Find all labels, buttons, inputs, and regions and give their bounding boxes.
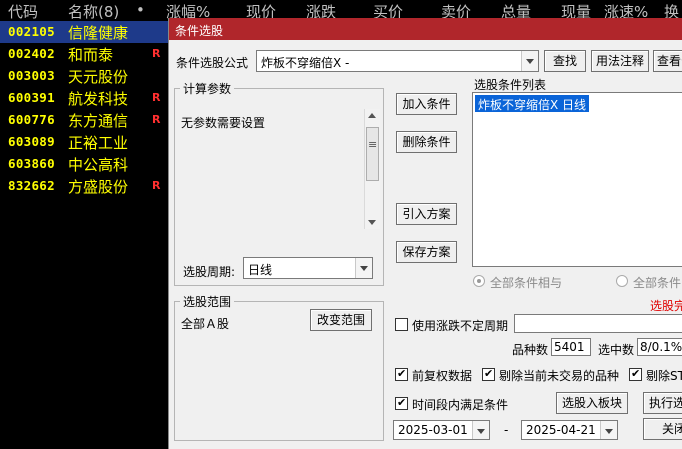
list-item[interactable]: 炸板不穿缩倍X 日线 (475, 95, 590, 112)
table-row[interactable]: 002402 和而泰 R (0, 43, 170, 65)
count-label: 品种数 (512, 343, 549, 357)
exclude-untraded-checkbox[interactable] (482, 367, 495, 381)
table-row[interactable]: 603089 正裕工业 (0, 131, 170, 153)
params-group: 计算参数 无参数需要设置 选股周期: 日线 (174, 80, 384, 286)
margin-flag: R (152, 47, 161, 60)
stock-name: 天元股份 (68, 68, 129, 86)
status-text: 选股完 (650, 299, 682, 313)
selected-field: 8/0.1% (637, 338, 682, 356)
save-scheme-button[interactable]: 保存方案 (396, 241, 457, 263)
chevron-down-icon[interactable] (600, 421, 617, 439)
range-group-label: 选股范围 (180, 293, 235, 310)
col-header-code[interactable]: 代码 (8, 1, 38, 22)
exclude-st-checkbox[interactable] (629, 367, 642, 381)
period-input[interactable] (514, 314, 682, 333)
forward-adjust-checkbox[interactable] (395, 367, 408, 381)
date-separator: - (504, 423, 509, 437)
exclude-untraded-label: 剔除当前未交易的品种 (499, 369, 620, 383)
forward-adjust-label: 前复权数据 (412, 369, 473, 383)
stock-code: 002105 (8, 24, 55, 39)
period-select[interactable]: 日线 (243, 257, 373, 279)
stock-name: 航发科技 (68, 90, 129, 108)
margin-flag: R (152, 91, 161, 104)
formula-select[interactable]: 炸板不穿缩倍X - (256, 50, 539, 72)
table-row[interactable]: 002105 信隆健康 (0, 21, 170, 43)
delete-condition-button[interactable]: 删除条件 (396, 131, 457, 153)
add-to-sector-button[interactable]: 选股入板块 (556, 392, 628, 414)
col-header-dot: • (136, 1, 145, 19)
date-to-value: 2025-04-21 (526, 423, 596, 437)
chevron-down-icon[interactable] (472, 421, 489, 439)
formula-label: 条件选股公式 (176, 56, 249, 70)
stock-name: 和而泰 (68, 46, 114, 64)
dialog-title: 条件选股 (175, 24, 224, 38)
stock-code: 600391 (8, 90, 55, 105)
table-row[interactable]: 003003 天元股份 (0, 65, 170, 87)
radio-all-or[interactable] (616, 275, 628, 287)
usage-notes-button[interactable]: 用法注释 (591, 50, 649, 72)
change-range-button[interactable]: 改变范围 (310, 309, 372, 331)
period-label: 选股周期: (183, 265, 236, 279)
range-text: 全部Ａ股 (181, 317, 230, 331)
stock-code: 603860 (8, 156, 55, 171)
params-scrollbar[interactable] (364, 109, 380, 229)
date-to-picker[interactable]: 2025-04-21 (521, 420, 618, 440)
radio-all-or-label: 全部条件 (633, 276, 682, 290)
find-button[interactable]: 查找 (544, 50, 586, 72)
radio-all-and-label: 全部条件相与 (490, 276, 563, 290)
period-match-label: 时间段内满足条件 (412, 398, 509, 412)
stock-code: 832662 (8, 178, 55, 193)
col-header-name[interactable]: 名称(8) (68, 1, 119, 22)
params-text: 无参数需要设置 (181, 116, 266, 130)
stock-code: 600776 (8, 112, 55, 127)
scroll-thumb[interactable] (366, 127, 379, 181)
formula-value: 炸板不穿缩倍X - (261, 56, 350, 70)
chevron-down-icon[interactable] (521, 51, 538, 71)
table-row[interactable]: 832662 方盛股份 R (0, 175, 170, 197)
table-row[interactable]: 600391 航发科技 R (0, 87, 170, 109)
execute-button[interactable]: 执行选 (643, 392, 682, 414)
table-row[interactable]: 603860 中公高科 (0, 153, 170, 175)
use-period-checkbox[interactable] (395, 318, 408, 331)
stock-name: 方盛股份 (68, 178, 129, 196)
date-from-value: 2025-03-01 (398, 423, 468, 437)
stock-code: 002402 (8, 46, 55, 61)
stock-name: 东方通信 (68, 112, 129, 130)
conditions-list[interactable]: 炸板不穿缩倍X 日线 (472, 92, 682, 267)
view-formula-button[interactable]: 查看公 (653, 50, 682, 72)
import-scheme-button[interactable]: 引入方案 (396, 203, 457, 225)
range-group: 选股范围 全部Ａ股 改变范围 (174, 293, 384, 441)
stock-name: 信隆健康 (68, 24, 129, 42)
radio-all-and[interactable] (473, 275, 485, 287)
table-row[interactable]: 600776 东方通信 R (0, 109, 170, 131)
params-group-label: 计算参数 (180, 80, 235, 97)
selected-label: 选中数 (598, 343, 635, 357)
selected-value: 8/0.1% (640, 340, 682, 354)
period-match-checkbox[interactable] (395, 396, 408, 410)
scroll-down-icon[interactable] (368, 220, 376, 225)
count-value: 5401 (554, 340, 585, 354)
stock-screener-dialog: 条件选股 条件选股公式 炸板不穿缩倍X - 查找 用法注释 查看公 计算参数 无… (168, 18, 682, 449)
conditions-list-label: 选股条件列表 (474, 78, 547, 92)
margin-flag: R (152, 113, 161, 126)
chevron-down-icon[interactable] (355, 258, 372, 278)
scroll-up-icon[interactable] (368, 113, 376, 118)
dialog-title-bar[interactable]: 条件选股 (169, 18, 682, 40)
count-field: 5401 (551, 338, 591, 356)
add-condition-button[interactable]: 加入条件 (396, 93, 457, 115)
stock-code: 003003 (8, 68, 55, 83)
close-button[interactable]: 关闭 (643, 418, 682, 440)
stock-name: 中公高科 (68, 156, 129, 174)
stock-code: 603089 (8, 134, 55, 149)
margin-flag: R (152, 179, 161, 192)
use-period-label: 使用涨跌不定周期 (412, 319, 509, 333)
exclude-st-label: 剔除ST (646, 369, 682, 383)
stock-name: 正裕工业 (68, 134, 129, 152)
date-from-picker[interactable]: 2025-03-01 (393, 420, 490, 440)
period-value: 日线 (248, 263, 273, 277)
